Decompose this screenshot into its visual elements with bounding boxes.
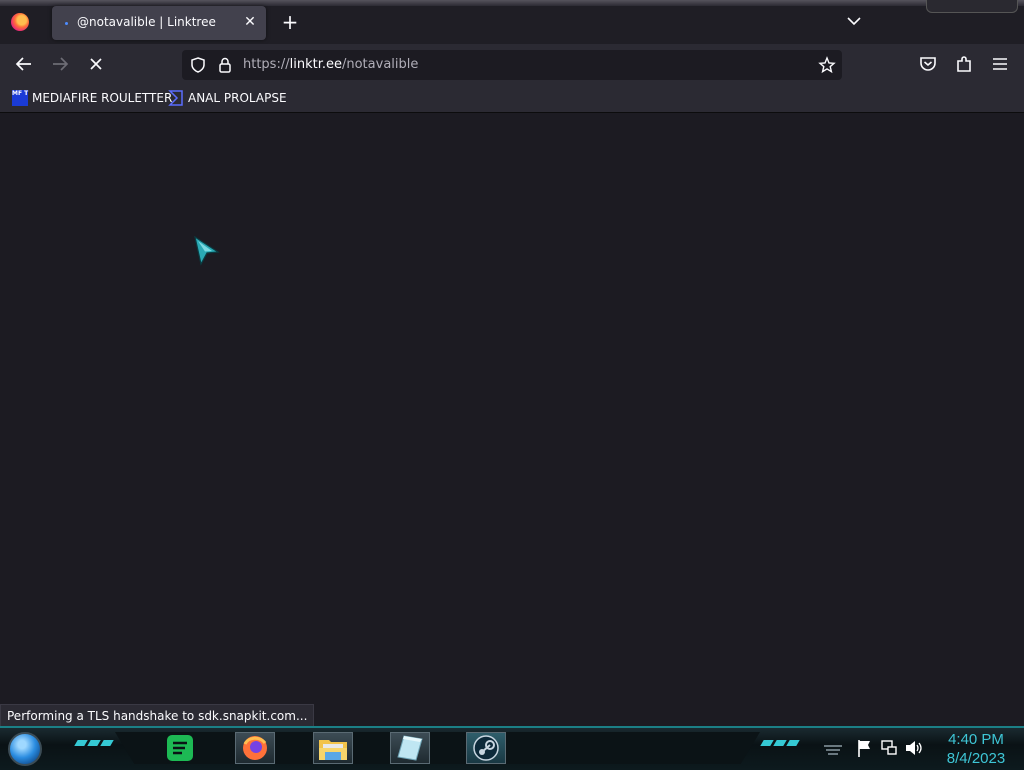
lock-icon[interactable]	[216, 56, 234, 74]
extensions-icon[interactable]	[952, 52, 976, 76]
status-panel: Performing a TLS handshake to sdk.snapki…	[0, 704, 315, 728]
system-clock[interactable]: 4:40 PM 8/4/2023	[934, 730, 1018, 768]
action-center-flag-icon[interactable]	[856, 738, 874, 758]
bookmark-label: ANAL PROLAPSE	[188, 91, 287, 105]
stop-loading-icon[interactable]	[84, 52, 108, 76]
network-icon[interactable]	[880, 738, 898, 758]
start-button-icon[interactable]	[8, 732, 42, 766]
back-icon[interactable]	[12, 52, 36, 76]
bookmark-star-icon[interactable]	[818, 56, 836, 74]
list-all-tabs-icon[interactable]	[845, 12, 863, 30]
taskbar-decoration	[760, 740, 800, 750]
show-hidden-icons-icon[interactable]	[822, 738, 844, 758]
sigma-icon	[168, 90, 183, 106]
url-host: linktr.ee	[289, 57, 342, 72]
page-content[interactable]	[0, 113, 1024, 725]
tab-linktree[interactable]: @notavalible | Linktree ✕	[52, 6, 266, 40]
bookmark-anal-prolapse[interactable]: ANAL PROLAPSE	[168, 90, 287, 106]
taskbar-band	[115, 732, 760, 764]
url-path: /notavalible	[341, 57, 419, 72]
bookmarks-toolbar: MF T MEDIAFIRE ROULETTER ANAL PROLAPSE	[0, 84, 1024, 113]
pocket-icon[interactable]	[916, 52, 940, 76]
taskbar-app-steam[interactable]	[466, 732, 506, 764]
url-text[interactable]: https://linktr.ee/notavalible	[243, 57, 418, 72]
bookmark-label: MEDIAFIRE ROULETTER	[32, 91, 173, 105]
taskbar: 4:40 PM 8/4/2023	[0, 726, 1024, 770]
taskbar-app-firefox[interactable]	[235, 732, 275, 764]
steam-icon	[473, 735, 499, 761]
tracking-protection-shield-icon[interactable]	[189, 56, 207, 74]
clock-time: 4:40 PM	[948, 731, 1004, 748]
firefox-icon	[243, 736, 267, 760]
loading-dot-icon	[65, 22, 68, 25]
url-bar[interactable]: https://linktr.ee/notavalible	[182, 50, 842, 80]
mft-icon: MF T	[12, 90, 28, 106]
tab-strip: @notavalible | Linktree ✕ +	[0, 0, 1024, 44]
spotify-icon	[167, 735, 193, 761]
taskbar-app-file-explorer[interactable]	[313, 732, 353, 764]
window-frame-decoration	[926, 0, 1018, 13]
clock-date: 8/4/2023	[946, 750, 1006, 767]
menu-icon[interactable]	[988, 52, 1012, 76]
new-tab-button[interactable]: +	[280, 12, 300, 32]
url-scheme: https://	[243, 57, 290, 72]
file-explorer-icon	[319, 740, 347, 760]
taskbar-app-spotify[interactable]	[160, 732, 200, 764]
firefox-icon[interactable]	[11, 13, 29, 31]
bookmark-mediafire-rouletter[interactable]: MF T MEDIAFIRE ROULETTER	[12, 90, 172, 106]
volume-icon[interactable]	[904, 738, 924, 758]
navigation-toolbar: https://linktr.ee/notavalible	[0, 44, 1024, 84]
taskbar-decoration	[74, 740, 114, 750]
notes-icon	[397, 735, 423, 761]
tab-title: @notavalible | Linktree	[77, 15, 216, 29]
mouse-cursor-icon	[194, 236, 220, 266]
tab-close-button[interactable]: ✕	[240, 12, 260, 32]
taskbar-app-notes[interactable]	[390, 732, 430, 764]
forward-icon[interactable]	[48, 52, 72, 76]
